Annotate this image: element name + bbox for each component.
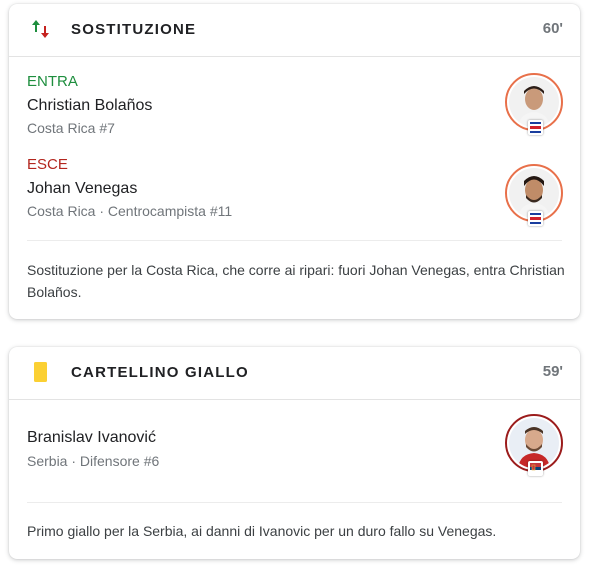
- event-comment: Sostituzione per la Costa Rica, che corr…: [27, 262, 565, 300]
- divider: [27, 502, 562, 503]
- event-comment: Primo giallo per la Serbia, ai danni di …: [27, 523, 497, 539]
- substitution-event-card: SOSTITUZIONE 60' ENTRA Christian Bolaños…: [9, 4, 580, 319]
- player-info: Serbia · Difensore #6: [27, 453, 160, 469]
- player-out-avatar[interactable]: [505, 164, 563, 226]
- player-in-tag: ENTRA: [27, 73, 78, 90]
- event-minute: 59': [542, 363, 563, 380]
- event-minute: 60': [542, 20, 563, 37]
- player-in-name[interactable]: Christian Bolaños: [27, 97, 152, 115]
- serbia-flag-icon: [528, 461, 543, 476]
- player-in-avatar[interactable]: [505, 73, 563, 135]
- substitution-arrows-icon: [32, 20, 49, 38]
- player-out-tag: ESCE: [27, 156, 68, 173]
- yellow-card-icon: [34, 362, 47, 382]
- event-title: SOSTITUZIONE: [71, 21, 197, 38]
- event-header: CARTELLINO GIALLO 59': [9, 347, 580, 400]
- yellow-card-event-card: CARTELLINO GIALLO 59' Branislav Ivanović…: [9, 347, 580, 559]
- player-name[interactable]: Branislav Ivanović: [27, 429, 156, 447]
- event-title: CARTELLINO GIALLO: [71, 364, 249, 381]
- player-avatar[interactable]: [505, 414, 563, 476]
- player-out-name[interactable]: Johan Venegas: [27, 180, 137, 198]
- player-in-info: Costa Rica #7: [27, 120, 115, 136]
- divider: [27, 240, 562, 241]
- costa-rica-flag-icon: [528, 211, 543, 226]
- event-header: SOSTITUZIONE 60': [9, 4, 580, 57]
- costa-rica-flag-icon: [528, 120, 543, 135]
- player-out-info: Costa Rica · Centrocampista #11: [27, 203, 233, 219]
